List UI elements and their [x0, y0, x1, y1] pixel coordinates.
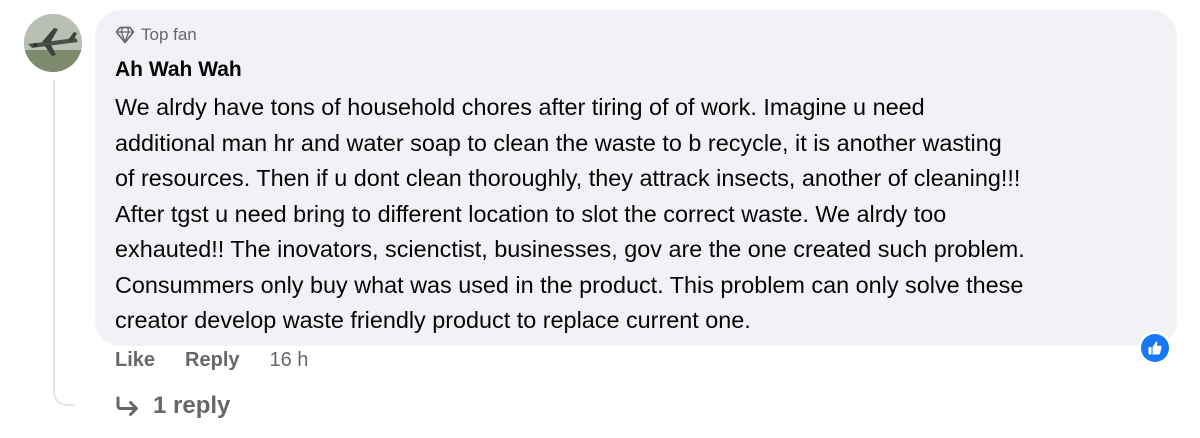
- replies-count-label: 1 reply: [153, 392, 231, 419]
- comment-text-line: additional man hr and water soap to clea…: [115, 129, 1002, 156]
- badge-label: Top fan: [141, 25, 197, 44]
- reply-button[interactable]: Reply: [185, 349, 239, 372]
- thumbs-up-icon: [1141, 334, 1169, 362]
- comment-text: We alrdy have tons of household chores a…: [115, 90, 1165, 339]
- thread-connector-line: [53, 80, 75, 406]
- comment-text-line: We alrdy have tons of household chores a…: [115, 94, 925, 120]
- reply-arrow-icon: [115, 395, 141, 417]
- view-replies-button[interactable]: 1 reply: [115, 392, 230, 420]
- comment-text-line: exhauted!! The inovators, scienctist, bu…: [115, 236, 1025, 262]
- avatar[interactable]: [24, 14, 82, 72]
- comment-actions: Like Reply 16 h: [115, 349, 308, 372]
- comment-text-line: After tgst u need bring to different loc…: [115, 200, 947, 227]
- comment-bubble: Top fan Ah Wah Wah We alrdy have tons of…: [95, 10, 1177, 346]
- timestamp[interactable]: 16 h: [270, 349, 309, 372]
- comment-text-line: of resources. Then if u dont clean thoro…: [115, 165, 1021, 191]
- comment-text-line: creator develop waste friendly product t…: [115, 307, 751, 333]
- diamond-icon: [115, 26, 135, 44]
- reaction-summary[interactable]: [1138, 331, 1172, 365]
- top-fan-badge[interactable]: Top fan: [115, 25, 197, 45]
- like-button[interactable]: Like: [115, 349, 155, 372]
- author-name[interactable]: Ah Wah Wah: [115, 58, 242, 82]
- comment-thread: Top fan Ah Wah Wah We alrdy have tons of…: [0, 0, 1200, 438]
- comment-text-line: Consummers only buy what was used in the…: [115, 271, 1024, 298]
